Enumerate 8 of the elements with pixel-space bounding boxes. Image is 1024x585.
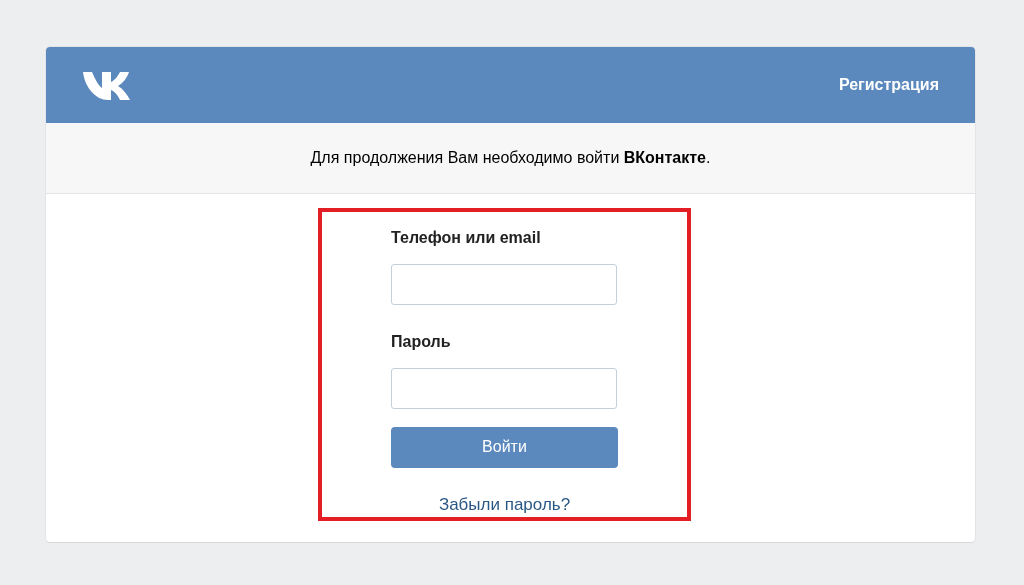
login-field[interactable] <box>391 264 617 305</box>
forgot-password-link[interactable]: Забыли пароль? <box>438 491 571 517</box>
field-label: Телефон или email <box>391 228 542 248</box>
password-field[interactable] <box>391 368 617 409</box>
register-link[interactable]: Регистрация <box>838 73 939 97</box>
field-label: Пароль <box>391 332 452 352</box>
notice-text: Для продолжения Вам необходимо войти ВКонтакте. <box>310 148 711 168</box>
login-button[interactable]: Войти <box>391 427 618 468</box>
